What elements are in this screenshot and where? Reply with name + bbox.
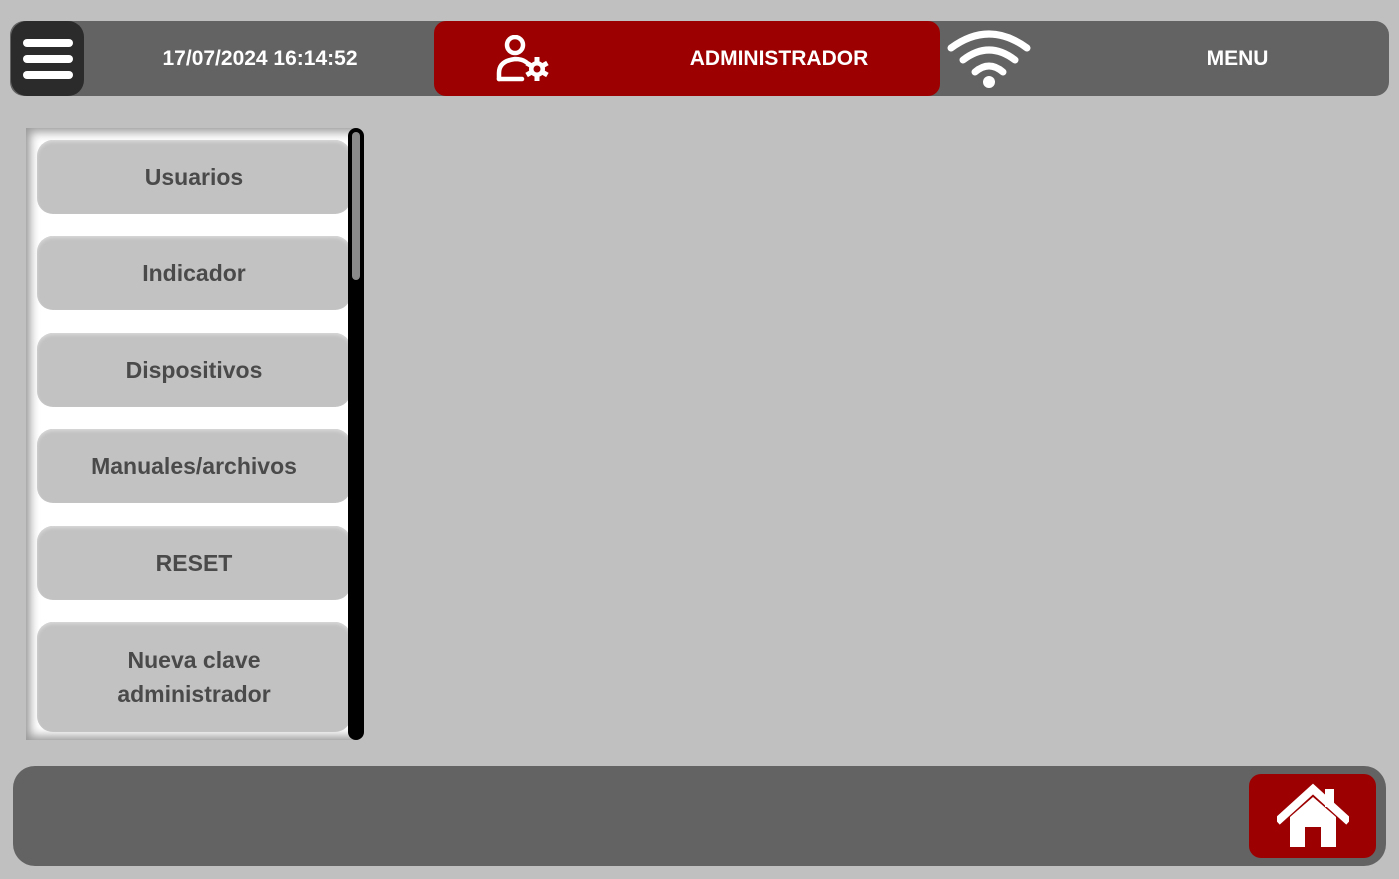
sidebar-item-label: Dispositivos	[125, 357, 263, 383]
menu-icon-line	[22, 70, 73, 79]
role-label: ADMINISTRADOR	[689, 46, 869, 70]
sidebar-item-nueva-clave[interactable]: Nueva clave administrador	[37, 622, 351, 732]
user-settings-icon	[496, 35, 549, 82]
settings-list: Usuarios Indicador Dispositivos Manuales…	[26, 128, 354, 740]
sidebar-item-reset[interactable]: RESET	[37, 526, 351, 600]
sidebar-item-label: Indicador	[142, 260, 246, 286]
sidebar-item-usuarios[interactable]: Usuarios	[37, 140, 351, 214]
wifi-icon	[947, 30, 1031, 88]
menu-icon-line	[22, 38, 73, 47]
datetime-display: 17/07/2024 16:14:52	[162, 46, 358, 70]
user-role-button[interactable]: ADMINISTRADOR	[434, 21, 940, 96]
sidebar-scrollbar[interactable]	[348, 128, 364, 740]
menu-label[interactable]: MENU	[1170, 21, 1305, 96]
sidebar-item-manuales[interactable]: Manuales/archivos	[37, 429, 351, 503]
home-button[interactable]	[1249, 774, 1376, 858]
menu-button[interactable]	[11, 21, 84, 96]
bottom-bar	[13, 766, 1386, 866]
sidebar-item-label: RESET	[155, 550, 233, 576]
scrollbar-thumb[interactable]	[352, 132, 360, 280]
sidebar-item-label: Manuales/archivos	[91, 453, 297, 479]
sidebar-item-dispositivos[interactable]: Dispositivos	[37, 333, 351, 407]
menu-icon-line	[22, 54, 73, 63]
home-icon	[1276, 783, 1349, 847]
sidebar-item-label: Usuarios	[144, 164, 244, 190]
sidebar-item-label: Nueva clave administrador	[117, 647, 271, 707]
sidebar-item-indicador[interactable]: Indicador	[37, 236, 351, 310]
